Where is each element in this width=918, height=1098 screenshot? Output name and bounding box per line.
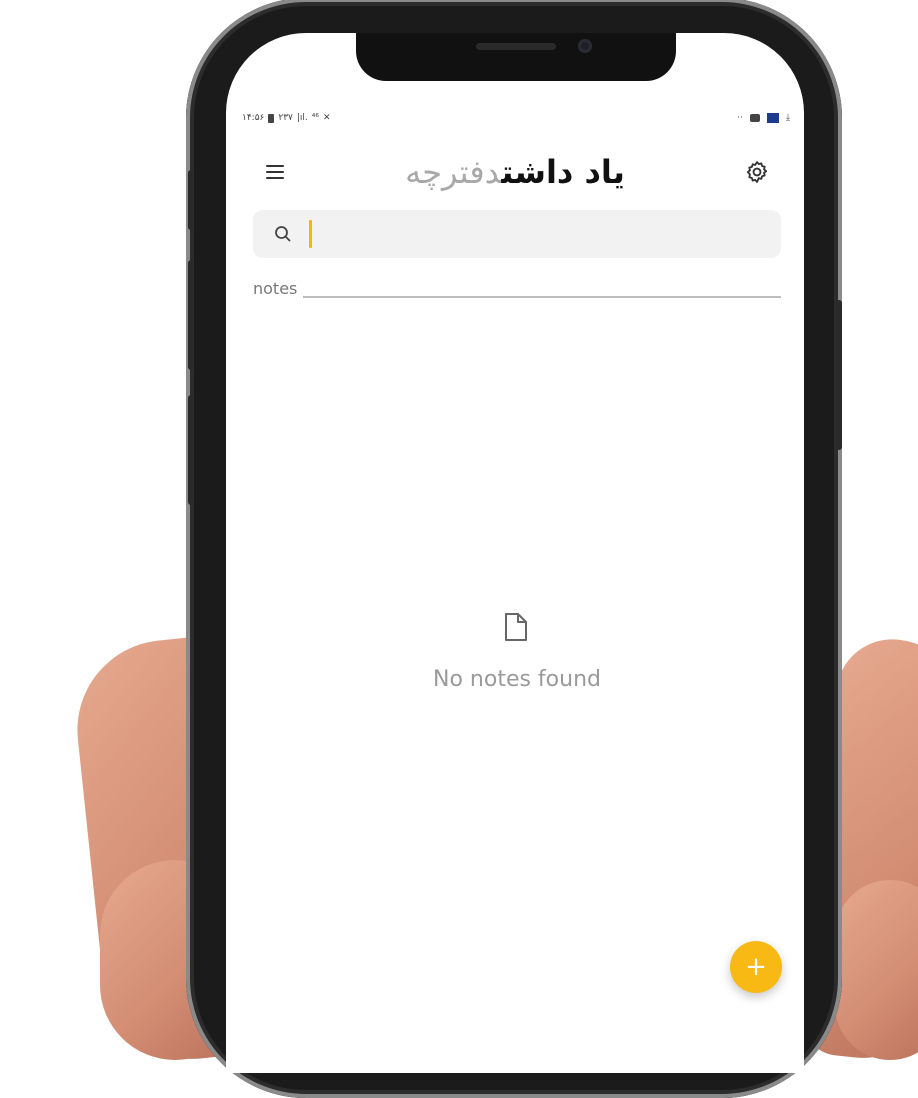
data-icon: ⁴⁶ [311,113,320,123]
side-button-volume-down [188,395,194,505]
empty-state-text: No notes found [433,667,601,692]
download-icon: ⤓ [786,113,790,123]
status-left: ۱۴:۵۶ ۲۳۷ |ıl. ⁴⁶ ✕ [242,113,331,123]
text-caret [309,220,312,248]
gear-icon[interactable] [744,159,770,185]
search-icon [273,224,293,244]
search-bar[interactable] [253,210,781,258]
right-finger [835,880,918,1060]
dots-icon: ·· [737,113,744,123]
message-icon [750,114,761,122]
side-button-power [836,300,842,450]
signal-icon: |ıl. [296,113,308,123]
file-icon [503,611,529,643]
speaker-grille [476,43,556,50]
mute-icon: ✕ [323,113,331,123]
battery-icon [268,113,275,123]
app-notification-icon [767,113,780,123]
title-light: دفترچه [405,153,502,191]
side-button-volume-up [188,260,194,370]
network-label: ۲۳۷ [278,113,293,123]
title-bold: یاد داشت [501,153,625,191]
notes-section-label: notes [253,279,298,298]
front-camera [578,39,592,53]
status-bar: ۱۴:۵۶ ۲۳۷ |ıl. ⁴⁶ ✕ ·· ⤓ [242,113,790,129]
section-divider [303,296,781,298]
side-button-silent [188,170,194,230]
page-title: یاد داشتدفترچه [226,153,804,191]
status-right: ·· ⤓ [737,113,790,123]
phone-screen: ۱۴:۵۶ ۲۳۷ |ıl. ⁴⁶ ✕ ·· ⤓ یاد داشتدفترچه [226,33,804,1073]
add-note-button[interactable]: + [730,941,782,993]
notch [356,33,676,81]
search-input[interactable] [313,218,767,252]
status-time: ۱۴:۵۶ [242,113,265,123]
